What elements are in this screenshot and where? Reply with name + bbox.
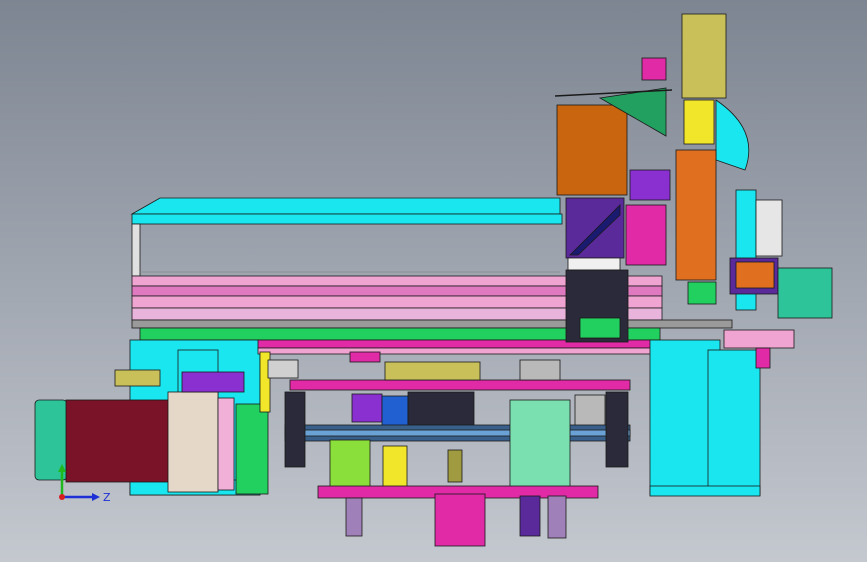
cad-viewport[interactable]: Z <box>0 0 867 562</box>
right-base-frame <box>649 339 761 497</box>
axis-label-z: Z <box>103 491 111 504</box>
linear-rail-assembly <box>131 275 733 341</box>
machine-assembly-drawing[interactable]: Z <box>0 0 867 562</box>
